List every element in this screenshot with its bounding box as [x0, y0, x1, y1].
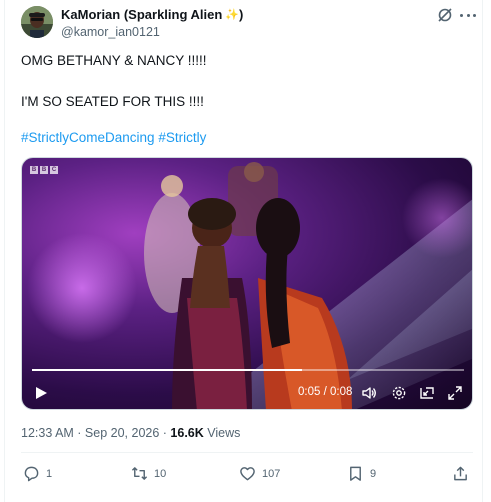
channel-logo: B B C [30, 166, 58, 174]
repost-icon [131, 467, 148, 480]
current-time: 0:05 [298, 386, 321, 398]
hashtags: #StrictlyComeDancing #Strictly [21, 130, 206, 145]
avatar-image [21, 6, 53, 38]
repost-button[interactable]: 10 [131, 465, 166, 482]
post-timestamp[interactable]: 12:33 AM · Sep 20, 2026 · [21, 426, 167, 440]
like-button[interactable]: 107 [239, 465, 280, 482]
pip-icon[interactable] [419, 385, 435, 401]
time-separator: / [323, 386, 327, 398]
video-time: 0:05 / 0:08 [298, 386, 352, 398]
author-name-text: KaMorian (Sparkling Alien [61, 7, 223, 22]
logo-letter: B [40, 166, 48, 174]
author-name[interactable]: KaMorian (Sparkling Alien ✨ ) [61, 7, 243, 22]
views-label: Views [207, 426, 241, 440]
video-progress-bar[interactable] [32, 369, 464, 371]
video-player[interactable]: B B C 0:05 / 0:08 [21, 157, 473, 410]
author-handle[interactable]: @kamor_ian0121 [61, 25, 160, 39]
sparkles-emoji-icon: ✨ [225, 9, 240, 21]
reply-count: 1 [46, 467, 53, 480]
share-button[interactable] [452, 465, 469, 482]
share-icon [454, 466, 467, 481]
volume-icon[interactable] [361, 385, 377, 401]
fullscreen-icon[interactable] [447, 385, 463, 401]
grok-icon[interactable] [437, 7, 453, 23]
views-count: 16.6K [170, 426, 204, 440]
bookmark-icon [350, 466, 361, 481]
bookmark-count: 9 [370, 467, 377, 480]
like-count: 107 [262, 467, 281, 480]
post-text-line2: I'M SO SEATED FOR THIS !!!! [21, 94, 204, 109]
author-name-end: ) [239, 7, 244, 22]
settings-icon[interactable] [391, 385, 407, 401]
post-meta: 12:33 AM · Sep 20, 2026 · 16.6K Views [21, 426, 240, 440]
reply-button[interactable]: 1 [23, 465, 52, 482]
more-icon[interactable] [460, 7, 476, 23]
duration: 0:08 [330, 386, 353, 398]
avatar[interactable] [21, 6, 53, 38]
video-progress-fill [32, 369, 302, 371]
post-text-line1: OMG BETHANY & NANCY !!!!! [21, 53, 207, 68]
video-frame [27, 162, 472, 409]
like-icon [240, 467, 255, 481]
post-container: KaMorian (Sparkling Alien ✨ ) @kamor_ian… [4, 0, 483, 502]
hashtag-strictly[interactable]: #Strictly [158, 130, 206, 145]
play-icon[interactable] [34, 386, 48, 400]
hashtag-strictlycomedancing[interactable]: #StrictlyComeDancing [21, 130, 155, 145]
logo-letter: B [30, 166, 38, 174]
bookmark-button[interactable]: 9 [347, 465, 376, 482]
divider [21, 452, 473, 453]
repost-count: 10 [154, 467, 167, 480]
logo-letter: C [50, 166, 58, 174]
reply-icon [24, 466, 39, 482]
